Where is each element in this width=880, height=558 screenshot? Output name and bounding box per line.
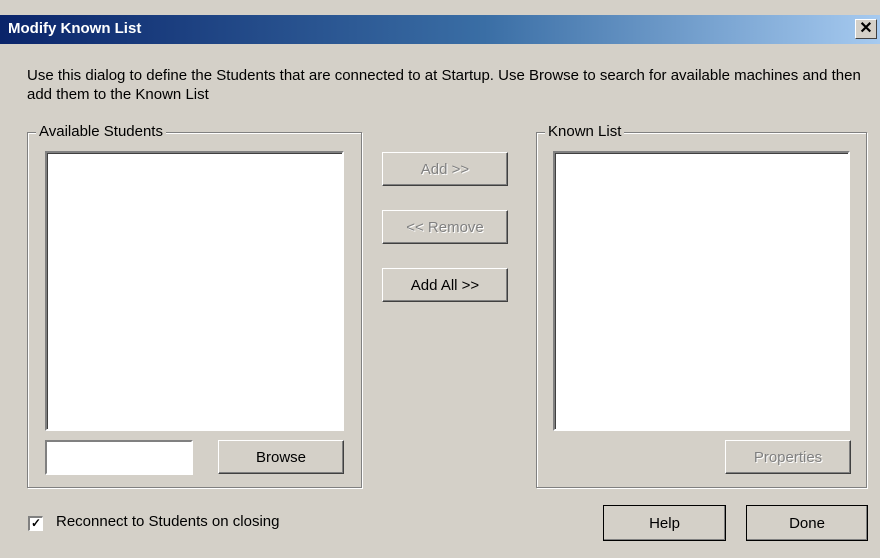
window-title: Modify Known List xyxy=(8,20,142,37)
remove-button[interactable]: << Remove xyxy=(382,210,508,244)
add-all-button-label: Add All >> xyxy=(410,276,480,294)
known-list-group: Known List Properties xyxy=(536,123,867,488)
remove-button-label: << Remove xyxy=(406,218,484,236)
close-icon: ✕ xyxy=(859,20,873,37)
known-list-listbox[interactable] xyxy=(553,151,850,431)
available-students-label: Available Students xyxy=(36,123,166,141)
title-bar: Modify Known List ✕ xyxy=(0,15,880,44)
properties-button-label: Properties xyxy=(753,448,823,466)
modify-known-list-dialog: Modify Known List ✕ Use this dialog to d… xyxy=(0,0,880,558)
properties-button[interactable]: Properties xyxy=(725,440,851,474)
reconnect-label[interactable]: Reconnect to Students on closing xyxy=(56,513,279,530)
help-button[interactable]: Help xyxy=(603,505,726,541)
available-students-group: Available Students Browse xyxy=(27,123,362,488)
add-button-label: Add >> xyxy=(420,160,470,178)
browse-button-label: Browse xyxy=(255,448,307,466)
known-list-label: Known List xyxy=(545,123,625,141)
dialog-description: Use this dialog to define the Students t… xyxy=(27,67,861,103)
available-students-listbox[interactable] xyxy=(45,151,344,431)
checkmark-icon: ✓ xyxy=(30,516,42,530)
reconnect-checkbox[interactable]: ✓ xyxy=(28,516,43,531)
close-button[interactable]: ✕ xyxy=(855,19,877,39)
done-button-label: Done xyxy=(789,514,825,532)
add-all-button[interactable]: Add All >> xyxy=(382,268,508,302)
add-button[interactable]: Add >> xyxy=(382,152,508,186)
browse-button[interactable]: Browse xyxy=(218,440,344,474)
browse-input[interactable] xyxy=(45,440,193,475)
help-button-label: Help xyxy=(649,514,680,532)
done-button[interactable]: Done xyxy=(746,505,868,541)
